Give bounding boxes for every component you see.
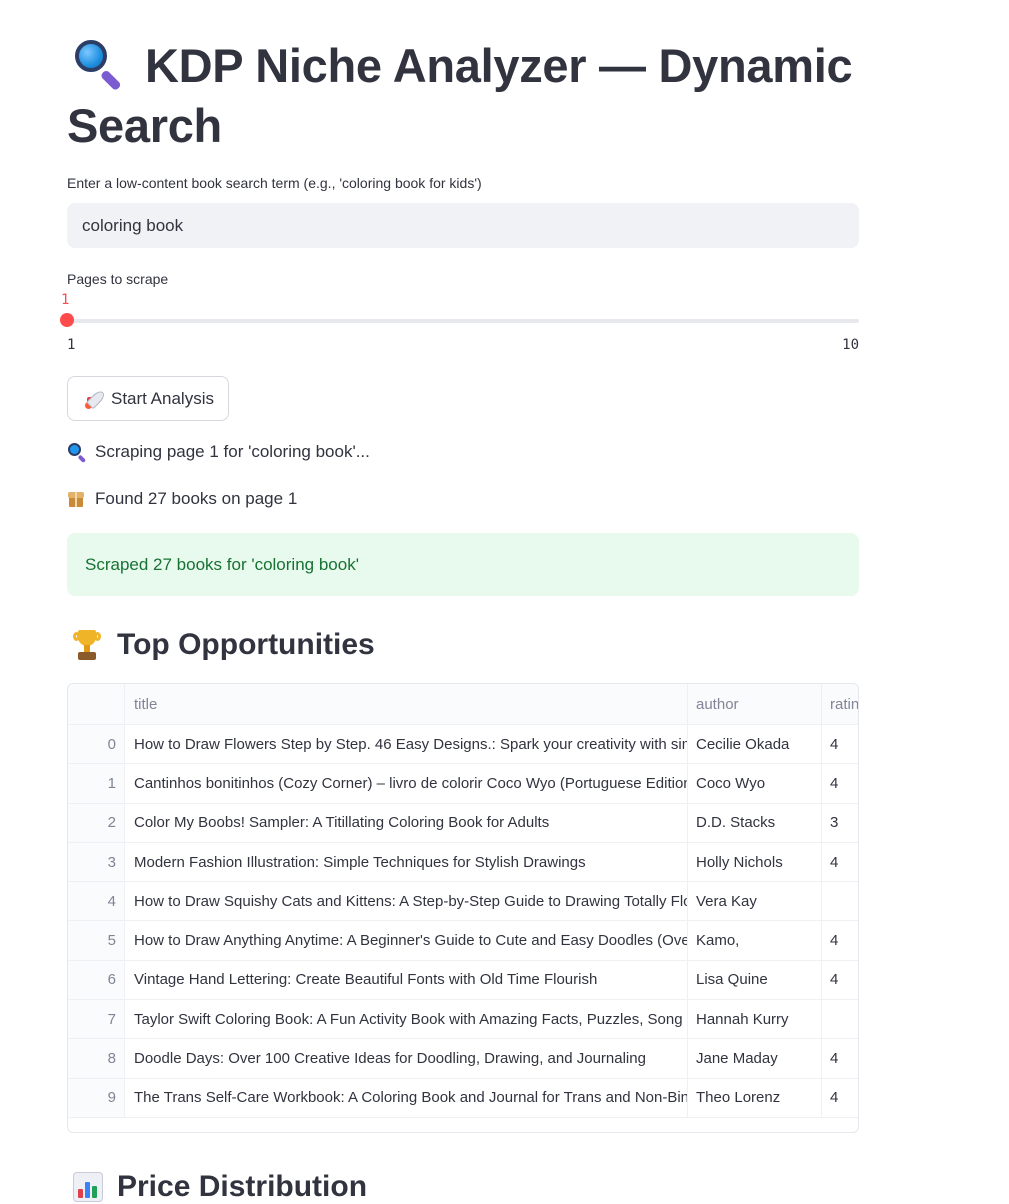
table-header-row: title author ratin (68, 684, 858, 725)
page-title-text: KDP Niche Analyzer — Dynamic Search (67, 39, 853, 152)
scraping-status-text: Scraping page 1 for 'coloring book'... (95, 442, 370, 461)
cell-author[interactable]: Coco Wyo (688, 764, 822, 803)
table-row[interactable]: 0 How to Draw Flowers Step by Step. 46 Ea… (68, 725, 858, 765)
cell-title[interactable]: How to Draw Anything Anytime: A Beginner… (125, 921, 688, 960)
cell-title[interactable]: Color My Boobs! Sampler: A Titillating C… (125, 803, 688, 842)
rocket-icon (84, 388, 107, 409)
cell-title[interactable]: How to Draw Squishy Cats and Kittens: A … (125, 882, 688, 921)
table-row[interactable]: 3 Modern Fashion Illustration: Simple Tec… (68, 842, 858, 883)
pages-slider-track[interactable] (67, 319, 859, 323)
slider-min-label: 1 (67, 337, 76, 353)
cell-title[interactable]: Doodle Days: Over 100 Creative Ideas for… (125, 1039, 688, 1078)
cell-rating[interactable]: 4 (822, 1079, 858, 1117)
slider-current-value: 1 (61, 292, 70, 308)
row-index[interactable]: 0 (68, 725, 125, 764)
cell-rating[interactable]: 4 (822, 843, 858, 881)
cell-rating[interactable] (822, 882, 858, 920)
cell-rating[interactable]: 3 (822, 804, 858, 842)
row-index[interactable]: 9 (68, 1078, 125, 1117)
row-index[interactable]: 8 (68, 1039, 125, 1078)
cell-author[interactable]: Kamo, (688, 921, 822, 960)
price-distribution-heading-text: Price Distribution (117, 1170, 368, 1203)
package-icon (67, 490, 85, 508)
cell-author[interactable]: Jane Maday (688, 1039, 822, 1078)
cell-rating[interactable]: 4 (822, 921, 858, 959)
column-header-rating[interactable]: ratin (822, 684, 858, 724)
slider-max-label: 10 (842, 337, 859, 353)
cell-author[interactable]: Lisa Quine (688, 960, 822, 1000)
top-opportunities-heading: Top Opportunities (73, 628, 375, 662)
trophy-icon (73, 629, 101, 661)
cell-title[interactable]: Modern Fashion Illustration: Simple Tech… (125, 842, 688, 882)
cell-title[interactable]: Cantinhos bonitinhos (Cozy Corner) – liv… (125, 764, 688, 803)
table-row[interactable]: 9 The Trans Self-Care Workbook: A Colorin… (68, 1078, 858, 1118)
column-header-title[interactable]: title (125, 684, 688, 724)
start-analysis-button[interactable]: Start Analysis (67, 376, 229, 421)
cell-author[interactable]: Holly Nichols (688, 842, 822, 882)
cell-author[interactable]: Theo Lorenz (688, 1078, 822, 1117)
table-row[interactable]: 2 Color My Boobs! Sampler: A Titillating … (68, 803, 858, 843)
row-index[interactable]: 7 (68, 1000, 125, 1039)
index-column-header (68, 684, 125, 724)
table-row[interactable]: 1 Cantinhos bonitinhos (Cozy Corner) – li… (68, 764, 858, 804)
row-index[interactable]: 6 (68, 960, 125, 1000)
bar-chart-icon (73, 1172, 103, 1202)
cell-author[interactable]: Vera Kay (688, 882, 822, 921)
table-row[interactable]: 7 Taylor Swift Coloring Book: A Fun Activ… (68, 1000, 858, 1040)
found-status-text: Found 27 books on page 1 (95, 489, 298, 508)
search-input-label: Enter a low-content book search term (e.… (67, 175, 482, 191)
cell-author[interactable]: D.D. Stacks (688, 803, 822, 842)
page-title: KDP Niche Analyzer — Dynamic Search (67, 36, 859, 156)
row-index[interactable]: 2 (68, 803, 125, 842)
row-index[interactable]: 3 (68, 842, 125, 882)
row-index[interactable]: 5 (68, 921, 125, 960)
opportunities-table[interactable]: title author ratin 0 How to Draw Flowers … (67, 683, 859, 1133)
cell-author[interactable]: Hannah Kurry (688, 1000, 822, 1039)
cell-rating[interactable]: 4 (822, 1039, 858, 1077)
table-row[interactable]: 6 Vintage Hand Lettering: Create Beautifu… (68, 960, 858, 1001)
search-input[interactable]: coloring book (67, 203, 859, 248)
cell-title[interactable]: The Trans Self-Care Workbook: A Coloring… (125, 1078, 688, 1117)
success-alert: Scraped 27 books for 'coloring book' (67, 533, 859, 596)
pages-slider-label: Pages to scrape (67, 271, 169, 287)
magnifying-glass-icon (67, 442, 87, 464)
table-body: 0 How to Draw Flowers Step by Step. 46 Ea… (68, 725, 858, 1118)
cell-title[interactable]: Taylor Swift Coloring Book: A Fun Activi… (125, 1000, 688, 1039)
row-index[interactable]: 1 (68, 764, 125, 803)
cell-title[interactable]: How to Draw Flowers Step by Step. 46 Eas… (125, 725, 688, 764)
magnifying-glass-icon (73, 38, 125, 92)
row-index[interactable]: 4 (68, 882, 125, 921)
top-opportunities-heading-text: Top Opportunities (117, 628, 375, 661)
cell-rating[interactable]: 4 (822, 725, 858, 763)
pages-slider-thumb[interactable] (60, 313, 74, 327)
table-row[interactable]: 5 How to Draw Anything Anytime: A Beginne… (68, 921, 858, 961)
cell-rating[interactable]: 4 (822, 764, 858, 802)
start-analysis-label: Start Analysis (111, 388, 214, 408)
table-row[interactable]: 8 Doodle Days: Over 100 Creative Ideas fo… (68, 1039, 858, 1079)
cell-author[interactable]: Cecilie Okada (688, 725, 822, 764)
cell-title[interactable]: Vintage Hand Lettering: Create Beautiful… (125, 960, 688, 1000)
cell-rating[interactable]: 4 (822, 961, 858, 999)
found-status: Found 27 books on page 1 (67, 489, 297, 509)
price-distribution-heading: Price Distribution (73, 1170, 367, 1204)
column-header-author[interactable]: author (688, 684, 822, 724)
scraping-status: Scraping page 1 for 'coloring book'... (67, 442, 370, 464)
table-row[interactable]: 4 How to Draw Squishy Cats and Kittens: A… (68, 882, 858, 922)
cell-rating[interactable] (822, 1000, 858, 1038)
